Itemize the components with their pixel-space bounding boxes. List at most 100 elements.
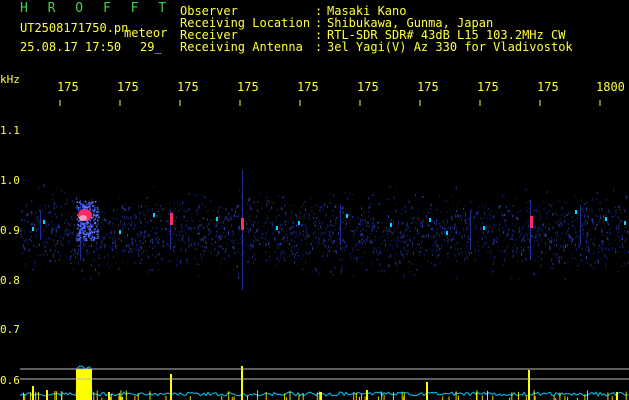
noise-pixel [21, 210, 23, 213]
noise-pixel [312, 247, 313, 250]
noise-pixel [294, 254, 296, 256]
noise-pixel [504, 259, 505, 262]
noise-pixel [301, 224, 302, 226]
noise-pixel [306, 230, 308, 232]
noise-pixel [180, 217, 182, 221]
noise-pixel [209, 227, 211, 230]
y-tick-label: 1.0 [0, 174, 20, 187]
noise-pixel [606, 231, 608, 234]
noise-pixel [506, 234, 507, 238]
noise-pixel [250, 243, 251, 247]
noise-pixel [371, 262, 373, 266]
noise-pixel [603, 242, 605, 245]
noise-pixel [576, 217, 578, 219]
noise-pixel [361, 261, 363, 264]
noise-pixel [65, 228, 67, 231]
noise-pixel [567, 230, 569, 232]
noise-pixel [103, 225, 105, 228]
noise-pixel [564, 213, 566, 216]
noise-pixel [436, 249, 438, 252]
noise-pixel [48, 237, 49, 240]
noise-pixel [112, 222, 114, 225]
noise-pixel [503, 232, 505, 234]
noise-pixel [145, 230, 147, 233]
noise-pixel [179, 234, 181, 237]
noise-pixel [35, 233, 37, 236]
noise-pixel [55, 260, 57, 262]
noise-pixel [39, 255, 41, 257]
noise-pixel [76, 197, 78, 200]
noise-pixel [372, 251, 374, 254]
echo-pixel [92, 219, 95, 222]
noise-pixel [401, 253, 403, 256]
noise-pixel [137, 232, 139, 235]
noise-pixel [200, 244, 202, 248]
noise-pixel [557, 214, 559, 217]
noise-pixel [551, 267, 553, 269]
noise-pixel [113, 255, 115, 258]
noise-pixel [460, 248, 462, 250]
noise-pixel [236, 244, 238, 246]
noise-pixel [306, 242, 308, 246]
noise-pixel [469, 198, 471, 202]
noise-pixel [234, 210, 236, 214]
noise-pixel [22, 230, 24, 233]
noise-pixel [573, 220, 575, 223]
noise-pixel [335, 222, 337, 225]
noise-pixel [625, 195, 627, 199]
echo-pixel [78, 220, 80, 222]
noise-pixel [534, 222, 536, 225]
noise-pixel [93, 229, 95, 231]
noise-pixel [49, 211, 51, 214]
noise-pixel [51, 221, 53, 223]
echo-pixel [78, 239, 80, 241]
noise-pixel [520, 262, 522, 265]
noise-pixel [38, 221, 40, 223]
noise-pixel [278, 214, 280, 217]
noise-pixel [468, 238, 470, 241]
noise-pixel [601, 228, 603, 232]
noise-pixel [477, 240, 478, 243]
noise-pixel [315, 241, 317, 244]
noise-pixel [123, 208, 125, 210]
noise-pixel [621, 212, 623, 215]
noise-pixel [582, 232, 584, 236]
noise-pixel [253, 261, 254, 265]
noise-pixel [266, 196, 267, 199]
noise-pixel [567, 244, 569, 247]
noise-pixel [41, 232, 43, 234]
noise-pixel [601, 208, 603, 211]
noise-pixel [238, 272, 240, 276]
noise-pixel [416, 269, 418, 271]
info-value-antenna: 3el Yagi(V) Az 330 for Vladivostok [327, 40, 573, 54]
noise-pixel [162, 228, 164, 231]
level-spike [518, 391, 519, 400]
noise-pixel [115, 248, 117, 250]
noise-pixel [103, 255, 105, 258]
noise-pixel [283, 256, 285, 259]
noise-pixel [257, 221, 259, 223]
level-spike [476, 390, 478, 400]
noise-pixel [597, 220, 599, 223]
noise-pixel [453, 227, 455, 230]
noise-pixel [405, 229, 407, 232]
echo-pixel [76, 201, 79, 203]
noise-pixel [387, 243, 389, 246]
noise-pixel [53, 239, 55, 242]
noise-pixel [516, 217, 518, 219]
noise-pixel [493, 205, 495, 207]
noise-pixel [118, 237, 120, 241]
noise-pixel [209, 231, 211, 234]
noise-pixel [560, 245, 562, 248]
noise-pixel [113, 217, 114, 220]
noise-pixel [302, 233, 304, 236]
noise-pixel [327, 225, 329, 227]
echo-pixel [91, 231, 94, 234]
noise-pixel [146, 221, 148, 223]
noise-pixel [534, 259, 536, 262]
noise-pixel [545, 216, 547, 219]
noise-pixel [74, 248, 76, 251]
noise-pixel [204, 196, 205, 198]
noise-pixel [29, 255, 31, 258]
noise-pixel [31, 224, 33, 227]
